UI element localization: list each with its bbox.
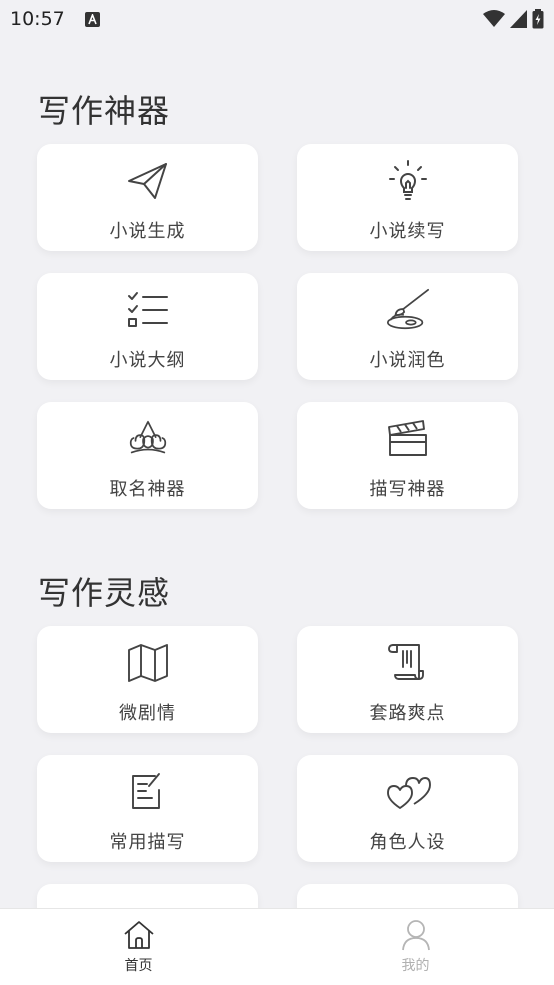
- card-novel-continue[interactable]: 小说续写: [297, 144, 518, 251]
- battery-icon: [532, 9, 544, 29]
- lightbulb-icon: [384, 158, 432, 204]
- card-novel-generate[interactable]: 小说生成: [37, 144, 258, 251]
- card-micro-plot[interactable]: 微剧情: [37, 626, 258, 733]
- card-name-generator[interactable]: 取名神器: [37, 402, 258, 509]
- clapperboard-icon: [384, 416, 432, 462]
- map-icon: [124, 640, 172, 686]
- card-character-settings[interactable]: 角色人设: [297, 755, 518, 862]
- card-label: 常用描写: [109, 832, 186, 853]
- nav-home-label: 首页: [124, 958, 153, 974]
- nav-home[interactable]: 首页: [0, 909, 277, 985]
- brush-palette-icon: [384, 287, 432, 333]
- checklist-icon: [124, 287, 172, 333]
- wifi-icon: [483, 10, 505, 28]
- section-title-writing-tools: 写作神器: [38, 92, 171, 130]
- paper-plane-icon: [124, 158, 172, 204]
- edit-note-icon: [124, 769, 172, 815]
- card-label: 角色人设: [369, 832, 446, 853]
- card-label: 取名神器: [109, 479, 186, 500]
- book-icon: [124, 898, 172, 908]
- nav-mine-label: 我的: [401, 958, 430, 974]
- cellular-signal-icon: [510, 10, 527, 28]
- card-label: 小说润色: [369, 350, 446, 371]
- status-bar: 10:57: [0, 0, 554, 38]
- crown-icon: [124, 416, 172, 462]
- card-description-generator[interactable]: 描写神器: [297, 402, 518, 509]
- scroll-icon: [384, 640, 432, 686]
- card-label: 描写神器: [369, 479, 446, 500]
- card-label: 套路爽点: [369, 703, 446, 724]
- bottom-navigation: 首页 我的: [0, 908, 554, 985]
- nav-mine[interactable]: 我的: [277, 909, 554, 985]
- section-title-writing-inspiration: 写作灵感: [38, 574, 171, 612]
- main-content[interactable]: 写作神器 小说生成 小说续写 小说大纲 小说润色 取名神器 描写神器 写作灵感 …: [0, 38, 554, 908]
- status-time: 10:57: [10, 8, 65, 30]
- card-common-descriptions[interactable]: 常用描写: [37, 755, 258, 862]
- card-plot-tropes[interactable]: 套路爽点: [297, 626, 518, 733]
- card-novel-polish[interactable]: 小说润色: [297, 273, 518, 380]
- card-label: 微剧情: [119, 703, 176, 724]
- notification-app-icon: [84, 11, 100, 27]
- card-label: 小说生成: [109, 221, 186, 242]
- card-novel-outline[interactable]: 小说大纲: [37, 273, 258, 380]
- user-icon: [400, 919, 432, 951]
- card-label: 小说大纲: [109, 350, 186, 371]
- card-partial-left[interactable]: [37, 884, 258, 908]
- pen-icon: [384, 898, 432, 908]
- card-partial-right[interactable]: [297, 884, 518, 908]
- card-label: 小说续写: [369, 221, 446, 242]
- double-heart-icon: [384, 769, 432, 815]
- home-icon: [123, 919, 155, 951]
